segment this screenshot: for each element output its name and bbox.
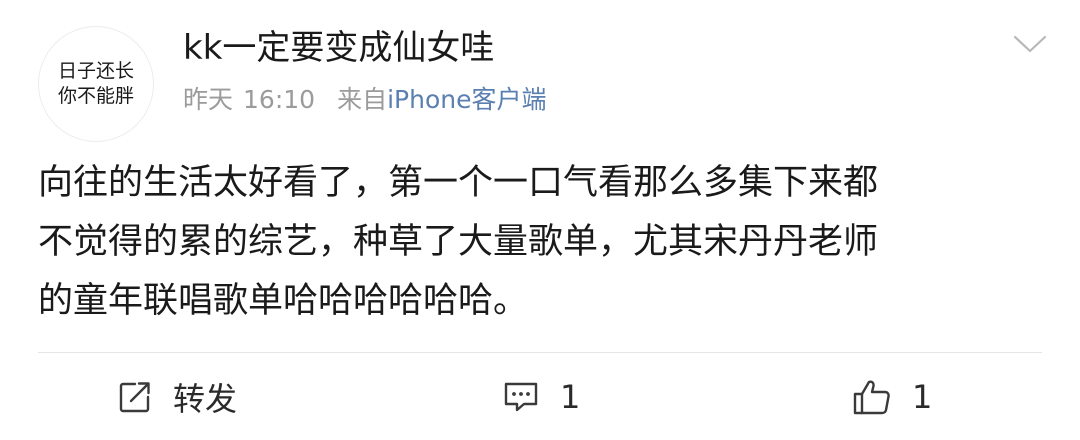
post-meta: 昨天 16:10 来自iPhone客户端: [183, 82, 546, 118]
weibo-post-card: 日子还长 你不能胖 kk一定要变成仙女哇 昨天 16:10 来自iPhone客户端 …: [0, 0, 1080, 440]
content-line: 的童年联唱歌单哈哈哈哈哈哈。: [38, 281, 529, 321]
repost-icon: [117, 379, 153, 415]
comment-icon: [502, 379, 540, 415]
post-time: 16:10: [243, 85, 316, 114]
comment-button[interactable]: 1: [502, 370, 580, 424]
avatar-text-line2: 你不能胖: [57, 85, 134, 107]
thumbs-up-icon: [852, 378, 892, 416]
source-client: iPhone客户端: [387, 85, 547, 114]
content-line: 向往的生活太好看了，第一个一口气看那么多集下来都: [38, 163, 879, 203]
avatar[interactable]: 日子还长 你不能胖: [38, 26, 154, 142]
content-line: 不觉得的累的综艺，种草了大量歌单，尤其宋丹丹老师: [38, 222, 879, 262]
source-prefix: 来自: [337, 85, 388, 114]
chevron-down-icon[interactable]: [1012, 32, 1048, 56]
like-count: 1: [912, 378, 933, 416]
like-button[interactable]: 1: [852, 370, 932, 424]
repost-button[interactable]: 转发: [117, 370, 237, 424]
username[interactable]: kk一定要变成仙女哇: [183, 26, 494, 70]
post-content: 向往的生活太好看了，第一个一口气看那么多集下来都 不觉得的累的综艺，种草了大量歌…: [38, 154, 1048, 331]
avatar-text-line1: 日子还长: [57, 60, 134, 82]
divider: [38, 352, 1042, 353]
post-date: 昨天: [183, 85, 234, 114]
comment-count: 1: [560, 378, 581, 416]
repost-label: 转发: [173, 380, 238, 418]
